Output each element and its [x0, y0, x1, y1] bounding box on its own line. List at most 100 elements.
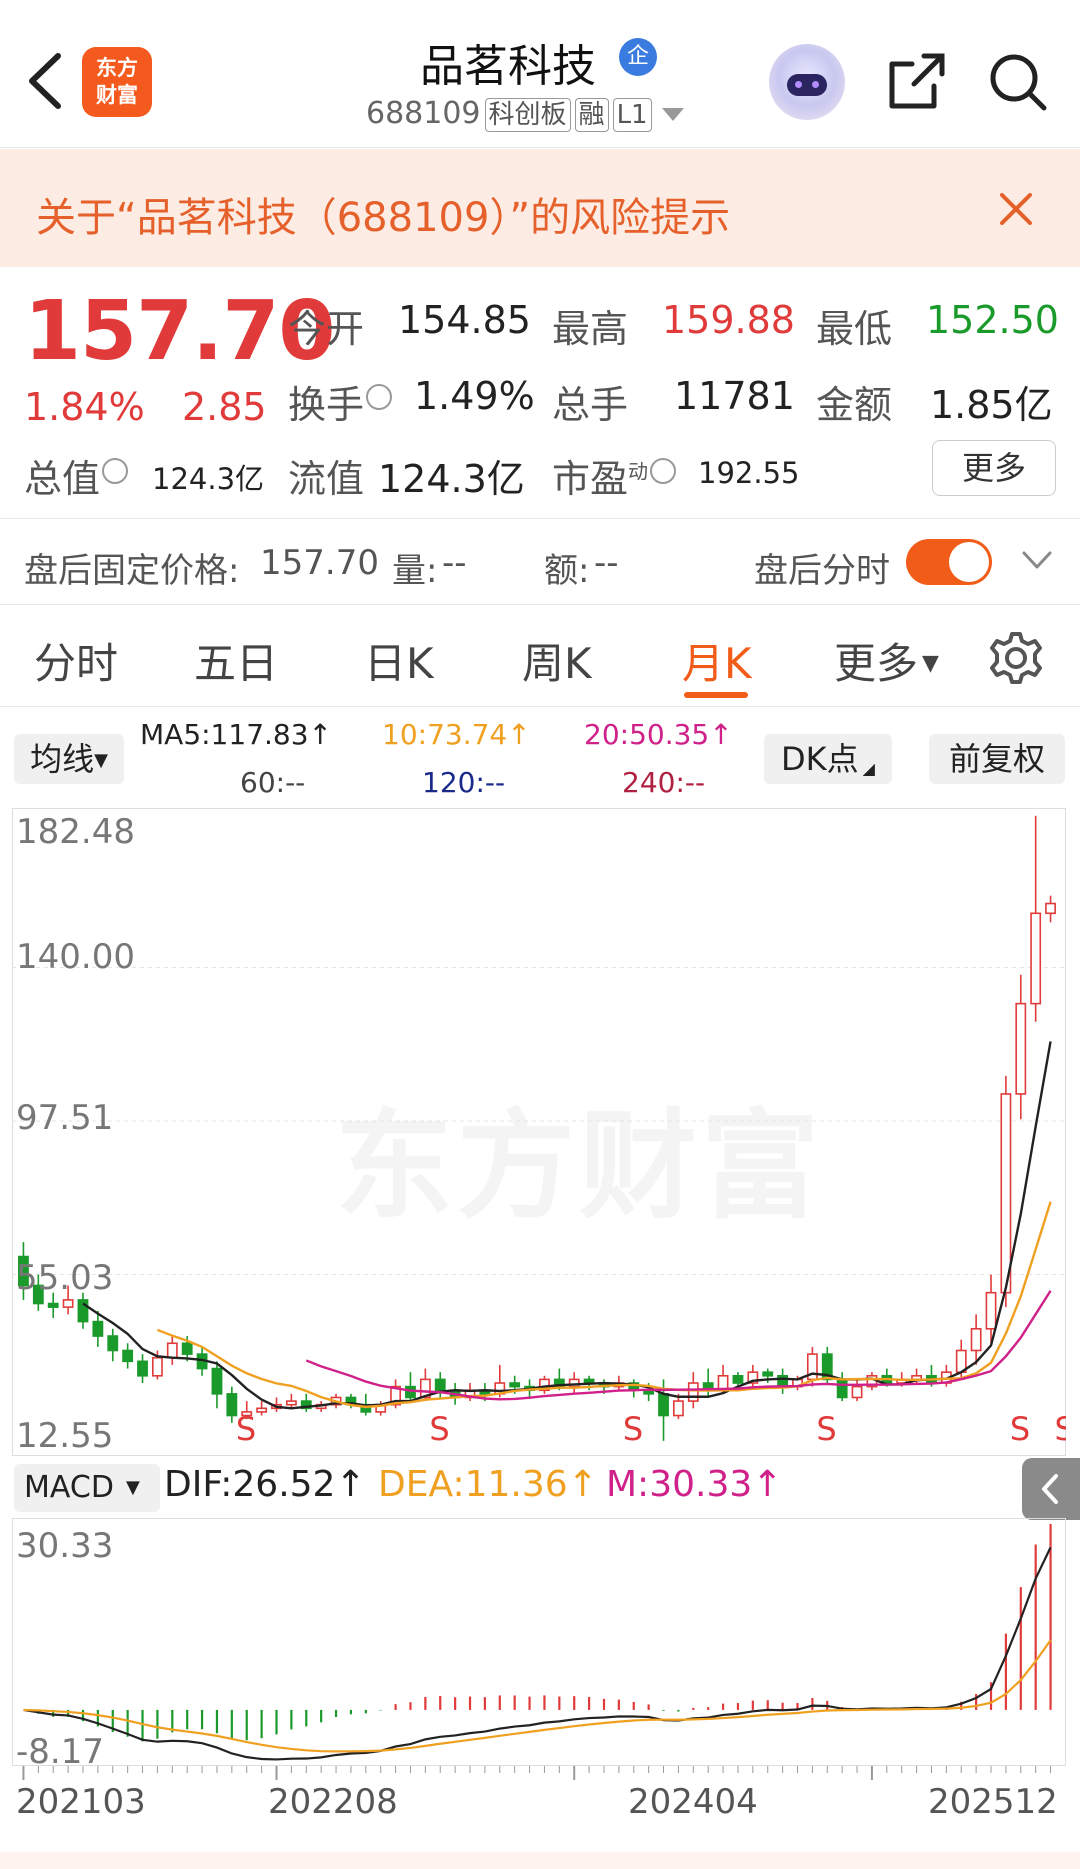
- candle: [122, 1349, 134, 1363]
- candle: [77, 1299, 89, 1323]
- enterprise-badge: 企: [619, 38, 657, 76]
- info-icon[interactable]: [102, 458, 129, 484]
- close-icon[interactable]: [996, 189, 1036, 229]
- sell-signal-mark[interactable]: S: [816, 1410, 836, 1448]
- macd-axis-max: 30.33: [16, 1526, 114, 1566]
- dif-line: [23, 1546, 1052, 1761]
- risk-banner-text[interactable]: 关于“品茗科技（688109）”的风险提示: [36, 185, 730, 243]
- stock-name: 品茗科技: [420, 41, 596, 92]
- high-value: 159.88: [662, 298, 795, 342]
- tab-daily-k[interactable]: 日K: [364, 630, 434, 691]
- candle: [181, 1342, 193, 1355]
- kline-chart[interactable]: SSSSSS: [12, 808, 1066, 1456]
- high-label: 最高: [552, 307, 629, 351]
- dk-point-button[interactable]: DK点 ◢: [764, 734, 892, 784]
- adjust-mode-button[interactable]: 前复权: [929, 734, 1065, 784]
- tab-intraday[interactable]: 分时: [34, 630, 118, 691]
- candle: [1045, 902, 1056, 915]
- float-cap-value: 124.3亿: [378, 457, 525, 501]
- dropdown-icon[interactable]: [661, 108, 684, 121]
- info-icon[interactable]: [650, 458, 677, 484]
- candle: [137, 1360, 148, 1377]
- back-arrow-icon[interactable]: [22, 48, 70, 114]
- x-axis-label: 202404: [628, 1782, 758, 1822]
- dropdown-icon: ▼: [125, 1477, 140, 1498]
- chevron-down-icon[interactable]: [1020, 545, 1054, 575]
- search-icon[interactable]: [986, 50, 1050, 112]
- divider: [0, 604, 1080, 605]
- after-hours-price-label: 盘后固定价格:: [24, 551, 240, 591]
- side-panel-toggle[interactable]: [1022, 1458, 1080, 1520]
- change-percent: 1.84%: [24, 385, 145, 429]
- ma20-value: 20:50.35↑: [584, 718, 733, 751]
- ma5-value: MA5:117.83↑: [140, 718, 332, 751]
- indicator-selector-button[interactable]: MACD ▼: [14, 1464, 160, 1512]
- candle: [836, 1378, 848, 1399]
- share-icon[interactable]: [884, 50, 948, 112]
- macd-chart[interactable]: [12, 1518, 1066, 1766]
- ma-selector-button[interactable]: 均线▼: [14, 734, 124, 784]
- candle: [166, 1342, 178, 1359]
- candle: [509, 1382, 521, 1388]
- tag-level: L1: [612, 98, 652, 132]
- candle: [687, 1382, 699, 1402]
- stock-subtitle[interactable]: 688109 科创板融 L1: [366, 96, 684, 132]
- market-cap-label[interactable]: 总值: [24, 448, 129, 503]
- y-axis-max: 182.48: [16, 812, 135, 852]
- active-tab-indicator: [684, 692, 748, 698]
- candle: [777, 1374, 789, 1388]
- tab-more[interactable]: 更多 ▼: [834, 630, 939, 691]
- market-cap-value: 124.3亿: [152, 462, 265, 496]
- candle: [62, 1299, 74, 1308]
- amount-label: 金额: [816, 383, 893, 427]
- volume-value: 11781: [674, 374, 795, 418]
- tag-star-market: 科创板: [484, 98, 571, 132]
- gear-icon[interactable]: [988, 630, 1044, 686]
- candle: [151, 1356, 163, 1377]
- y-axis-tick: 55.03: [16, 1258, 114, 1298]
- sell-signal-mark[interactable]: S: [429, 1410, 449, 1448]
- pe-label[interactable]: 市盈动: [552, 448, 677, 503]
- corner-triangle-icon: ◢: [862, 759, 875, 778]
- sell-signal-mark[interactable]: S: [1010, 1410, 1030, 1448]
- sell-signal-mark[interactable]: S: [1055, 1410, 1066, 1448]
- volume-label: 总手: [552, 383, 629, 427]
- candle: [211, 1367, 223, 1395]
- dea-line: [23, 1639, 1052, 1753]
- risk-banner[interactable]: 关于“品茗科技（688109）”的风险提示: [0, 149, 1080, 267]
- candle: [985, 1291, 997, 1330]
- stock-code: 688109: [366, 96, 481, 131]
- turnover-label[interactable]: 换手: [288, 374, 393, 429]
- macd-m: M:30.33↑: [606, 1464, 783, 1505]
- candle: [107, 1335, 119, 1352]
- chevron-left-icon: [1042, 1474, 1058, 1504]
- candle: [434, 1378, 446, 1392]
- tab-monthly-k[interactable]: 月K: [682, 630, 752, 691]
- candle: [405, 1385, 416, 1399]
- x-axis-label: 202512: [928, 1782, 1058, 1822]
- after-hours-volume: --: [442, 543, 467, 583]
- ma60-value: 60:--: [240, 766, 306, 799]
- macd-dif: DIF:26.52↑: [164, 1464, 366, 1505]
- after-hours-toggle[interactable]: [906, 539, 992, 585]
- turnover-value: 1.49%: [414, 374, 535, 418]
- amount-value: 1.85亿: [930, 383, 1053, 427]
- candle: [256, 1407, 268, 1413]
- sell-signal-mark[interactable]: S: [623, 1410, 643, 1448]
- sell-signal-mark[interactable]: S: [236, 1410, 256, 1448]
- after-hours-toggle-label: 盘后分时: [754, 551, 890, 591]
- info-icon[interactable]: [366, 384, 393, 410]
- tab-weekly-k[interactable]: 周K: [522, 630, 592, 691]
- tab-five-day[interactable]: 五日: [194, 630, 278, 691]
- candle: [1015, 1002, 1027, 1095]
- ma240-value: 240:--: [622, 766, 706, 799]
- ai-assistant-icon[interactable]: [769, 44, 845, 120]
- more-quote-button[interactable]: 更多: [932, 440, 1056, 496]
- float-cap-label: 流值: [288, 457, 365, 501]
- logo-line1: 东方: [96, 56, 138, 80]
- x-axis-ticks: [22, 1766, 1052, 1780]
- candle: [1000, 1093, 1012, 1294]
- eastmoney-logo: 东方 财富: [82, 47, 152, 117]
- pe-dynamic-mark: 动: [628, 459, 649, 484]
- change-amount: 2.85: [182, 385, 267, 429]
